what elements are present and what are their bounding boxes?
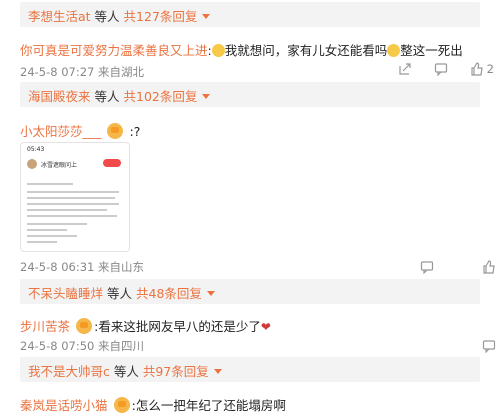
thread-user[interactable]: 不呆头瞌睡烊 — [28, 286, 103, 301]
thread-count[interactable]: 共102条回复 — [124, 89, 198, 104]
comment-image[interactable]: 05:43 冰雪遮眼问上 — [20, 142, 130, 252]
comment-meta: 24-5-8 06:31 来自山东 — [20, 260, 145, 274]
comment-author[interactable]: 秦岚是话唠小猫 — [20, 398, 108, 413]
text-line — [27, 209, 107, 211]
comment: 步川苦茶 :看来这批网友早八的还是少了❤ — [20, 316, 271, 335]
thread-user[interactable]: 李想生活at — [28, 9, 91, 24]
member-badge-icon — [113, 397, 130, 413]
comment-author[interactable]: 步川苦茶 — [20, 319, 70, 334]
text-line — [27, 197, 115, 199]
reply-thread-bar[interactable]: 不呆头瞌睡烊 等人 共48条回复 — [20, 279, 480, 304]
reply-thread-bar[interactable]: 我不是大帅哥c 等人 共97条回复 — [20, 357, 480, 382]
screenshot-time: 05:43 — [27, 146, 45, 153]
reply-thread-bar[interactable]: 海国殿夜来 等人 共102条回复 — [20, 82, 480, 107]
comment-icon[interactable] — [482, 339, 496, 353]
screenshot-follow-button — [103, 159, 121, 167]
text-line — [27, 215, 117, 217]
comment: 你可真是可爱努力温柔善良又上进: 我就想问，家有儿女还能看吗 整这一死出 — [20, 40, 495, 59]
thread-mid: 等人 — [107, 286, 133, 301]
thread-mid: 等人 — [94, 89, 120, 104]
comment-text-b: 整这一死出 — [400, 43, 463, 58]
member-badge-icon — [76, 318, 93, 334]
member-badge-icon — [107, 123, 124, 139]
text-line — [27, 229, 67, 231]
comment-text: :? — [129, 124, 141, 139]
comment-icon[interactable] — [434, 62, 448, 76]
emoji-icon — [211, 44, 225, 57]
like-icon[interactable] — [482, 260, 496, 274]
comment-text: :怎么一把年纪了还能塌房啊 — [131, 398, 286, 413]
chevron-down-icon — [202, 14, 211, 19]
reply-thread-bar[interactable]: 李想生活at 等人 共127条回复 — [20, 2, 480, 27]
thread-mid: 等人 — [113, 364, 139, 379]
comment: 秦岚是话唠小猫 :怎么一把年纪了还能塌房啊 — [20, 395, 286, 414]
chevron-down-icon — [213, 369, 222, 374]
like-control[interactable]: 2 — [470, 62, 494, 76]
thread-count[interactable]: 共127条回复 — [124, 9, 198, 24]
comment-icon[interactable] — [420, 260, 434, 274]
text-line — [27, 203, 119, 205]
chevron-down-icon — [202, 94, 211, 99]
like-icon — [471, 62, 483, 76]
text-line — [27, 241, 57, 243]
screenshot-title: 冰雪遮眼问上 — [41, 162, 78, 169]
thread-mid: 等人 — [94, 9, 120, 24]
broken-heart-icon: ❤ — [260, 320, 271, 334]
comment-author[interactable]: 你可真是可爱努力温柔善良又上进 — [20, 43, 208, 58]
thread-user[interactable]: 海国殿夜来 — [28, 89, 91, 104]
text-line — [27, 223, 87, 225]
comment-text: :看来这批网友早八的还是少了 — [94, 319, 261, 334]
chevron-down-icon — [206, 291, 215, 296]
thread-user[interactable]: 我不是大帅哥c — [28, 364, 110, 379]
emoji-icon — [387, 44, 401, 57]
thread-count[interactable]: 共97条回复 — [143, 364, 209, 379]
text-line — [27, 183, 73, 185]
share-icon[interactable] — [398, 62, 412, 76]
thread-count[interactable]: 共48条回复 — [136, 286, 202, 301]
screenshot-avatar — [27, 159, 37, 169]
comment-meta: 24-5-8 07:50 来自四川 — [20, 339, 145, 353]
text-line — [27, 191, 119, 193]
comment-text-a: 我就想问，家有儿女还能看吗 — [224, 43, 388, 58]
comment-author[interactable]: 小太阳莎莎___ — [20, 124, 101, 139]
comment: 小太阳莎莎___ :? — [20, 121, 140, 140]
comment-meta: 24-5-8 07:27 来自湖北 — [20, 65, 145, 79]
like-count: 2 — [486, 62, 494, 76]
text-line — [27, 235, 77, 237]
comment-actions: 2 — [398, 62, 494, 76]
